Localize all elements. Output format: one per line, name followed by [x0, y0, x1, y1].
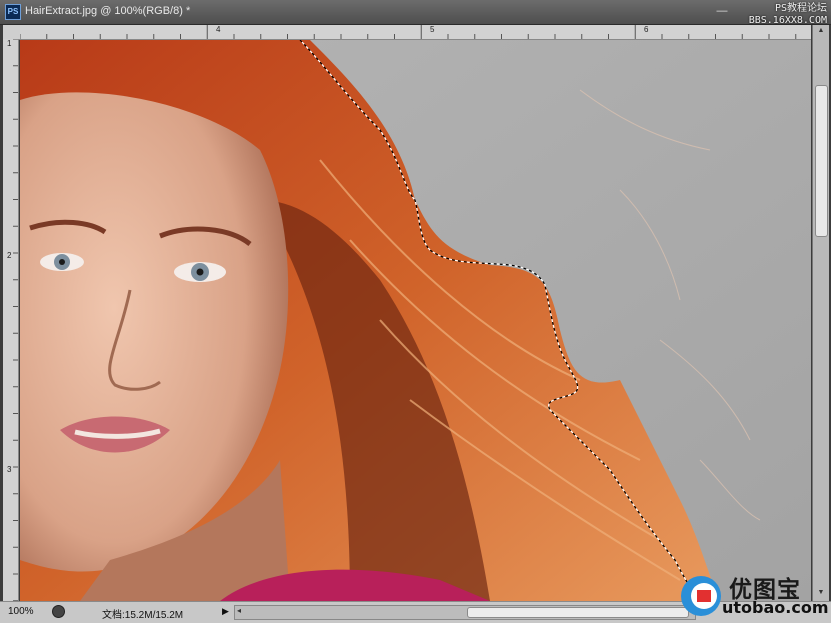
ruler-ticks-top	[20, 25, 797, 39]
utobao-logo-icon	[681, 576, 721, 616]
photoshop-icon: PS	[5, 4, 21, 20]
ruler-label-6: 6	[644, 25, 649, 34]
ruler-label-1: 1	[7, 39, 12, 48]
forum-watermark: PS教程论坛 BBS.16XX8.COM	[749, 3, 827, 27]
forum-watermark-line1: PS教程论坛	[774, 3, 827, 14]
minimize-button[interactable]: —	[711, 3, 733, 19]
ruler-label-3: 3	[7, 465, 12, 474]
utobao-watermark: 优图宝 utobao.com	[677, 570, 829, 620]
scroll-left-icon[interactable]: ◂	[237, 606, 241, 615]
horizontal-scroll-thumb[interactable]	[467, 607, 689, 618]
document-size: 文档:15.2M/15.2M	[102, 610, 184, 621]
portrait-image	[20, 40, 811, 601]
ruler-label-5: 5	[430, 25, 435, 34]
scroll-up-icon[interactable]: ▲	[816, 27, 826, 37]
image-canvas[interactable]	[20, 40, 811, 601]
ruler-label-2: 2	[7, 251, 12, 260]
document-tab[interactable]: PS HairExtract.jpg @ 100%(RGB/8) * — PS教…	[0, 0, 831, 27]
vertical-ruler[interactable]: 1 2 3	[3, 39, 19, 601]
horizontal-scrollbar[interactable]: ◂	[234, 605, 696, 620]
zoom-level-field[interactable]: 100%	[8, 606, 34, 617]
status-info-icon[interactable]	[52, 605, 65, 618]
vertical-scrollbar[interactable]: ▲ ▼	[812, 25, 829, 601]
document-title[interactable]: HairExtract.jpg @ 100%(RGB/8) *	[25, 5, 190, 17]
utobao-url-text: utobao.com	[722, 598, 829, 617]
ruler-label-4: 4	[216, 25, 221, 34]
status-menu-arrow-icon[interactable]: ▶	[222, 606, 229, 617]
horizontal-ruler[interactable]: 4 5 6	[20, 25, 811, 40]
vertical-scroll-thumb[interactable]	[815, 85, 828, 237]
ruler-ticks-left	[13, 39, 18, 601]
ruler-origin[interactable]	[3, 25, 21, 40]
